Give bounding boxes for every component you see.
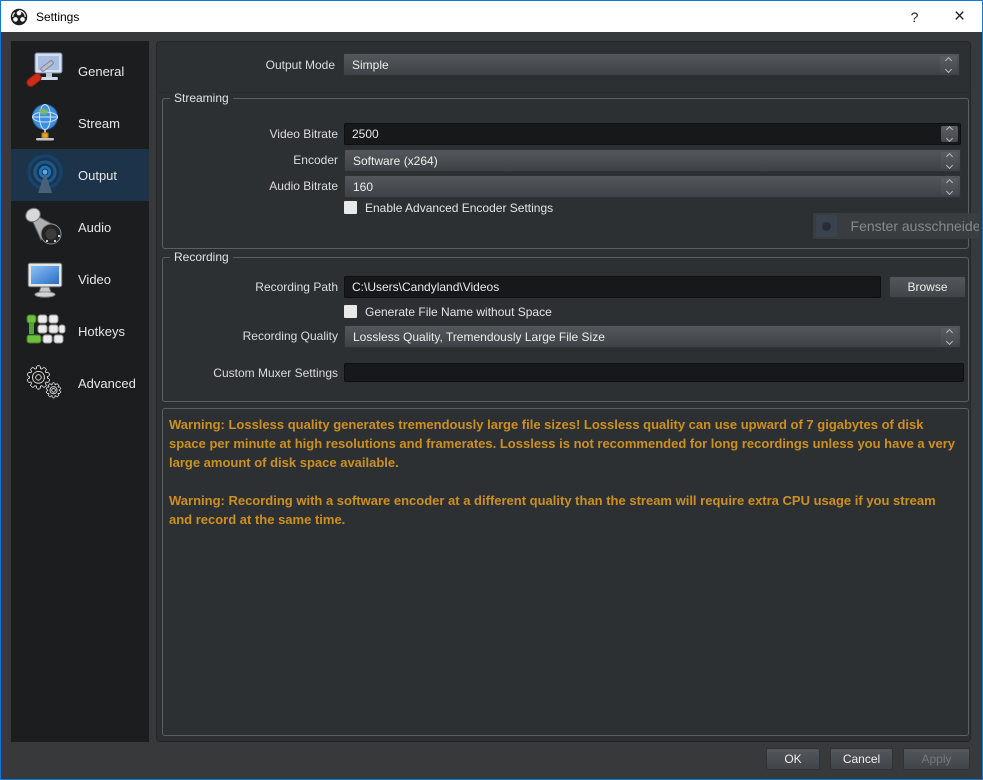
recording-path-label: Recording Path <box>255 280 338 294</box>
advanced-encoder-checkbox-label: Enable Advanced Encoder Settings <box>365 201 554 215</box>
settings-sidebar: General Stream Output Audio Video Hotkey… <box>11 41 149 742</box>
no-space-checkbox-label: Generate File Name without Space <box>365 305 552 319</box>
sidebar-item-label: Audio <box>78 219 112 235</box>
custom-muxer-label: Custom Muxer Settings <box>213 366 338 380</box>
sidebar-item-label: Output <box>78 167 118 183</box>
encoder-warning-text: Warning: Recording with a software encod… <box>169 493 936 527</box>
audio-bitrate-value: 160 <box>353 179 374 194</box>
output-icon <box>23 152 67 198</box>
encoder-value: Software (x264) <box>353 153 438 168</box>
settings-window: Settings ? × General Stream Output Audio… <box>0 0 983 780</box>
section-divider <box>158 92 969 93</box>
video-icon <box>23 256 67 302</box>
sidebar-item-general[interactable]: General <box>11 45 149 97</box>
sidebar-item-label: General <box>78 63 125 79</box>
hotkeys-icon <box>23 308 67 354</box>
advanced-icon: ⚙ ⚙ <box>25 362 63 402</box>
recording-quality-label: Recording Quality <box>242 329 338 343</box>
output-mode-value: Simple <box>352 57 389 72</box>
apply-button[interactable]: Apply <box>903 748 970 770</box>
obs-logo-icon <box>10 8 28 25</box>
sidebar-item-label: Video <box>78 271 112 287</box>
sidebar-item-video[interactable]: Video <box>11 253 149 305</box>
audio-icon <box>23 204 67 250</box>
combo-spinner-icon[interactable] <box>941 328 958 345</box>
snip-overlay-button[interactable]: Fenster ausschneiden <box>813 213 979 239</box>
audio-bitrate-select[interactable]: 160 <box>344 175 961 198</box>
ok-button[interactable]: OK <box>766 748 820 770</box>
sidebar-item-label: Advanced <box>78 375 136 391</box>
warnings-groupbox: Warning: Lossless quality generates trem… <box>162 408 969 736</box>
sidebar-item-hotkeys[interactable]: Hotkeys <box>11 305 149 357</box>
combo-spinner-icon[interactable] <box>941 152 958 169</box>
stream-icon <box>23 100 67 146</box>
recording-quality-select[interactable]: Lossless Quality, Tremendously Large Fil… <box>344 325 961 348</box>
video-bitrate-input[interactable]: 2500 <box>344 123 961 145</box>
sidebar-item-label: Hotkeys <box>78 323 125 339</box>
custom-muxer-input[interactable] <box>344 363 964 382</box>
close-button[interactable]: × <box>937 1 982 32</box>
help-button[interactable]: ? <box>892 1 937 32</box>
combo-spinner-icon[interactable] <box>940 56 957 73</box>
sidebar-item-output[interactable]: Output <box>11 149 149 201</box>
window-title: Settings <box>36 9 80 24</box>
sidebar-item-stream[interactable]: Stream <box>11 97 149 149</box>
video-bitrate-label: Video Bitrate <box>269 127 339 141</box>
combo-spinner-icon[interactable] <box>941 178 958 195</box>
no-space-checkbox[interactable] <box>344 305 357 318</box>
output-mode-select[interactable]: Simple <box>343 53 960 76</box>
snip-overlay-label: Fenster ausschneiden <box>850 218 979 234</box>
sidebar-item-advanced[interactable]: ⚙ ⚙ Advanced <box>11 357 149 409</box>
recording-path-value: C:\Users\Candyland\Videos <box>352 280 500 294</box>
output-settings-panel: Output Mode Simple Streaming Video Bitra… <box>156 41 971 742</box>
encoder-select[interactable]: Software (x264) <box>344 149 961 172</box>
cancel-button[interactable]: Cancel <box>830 748 893 770</box>
recording-quality-value: Lossless Quality, Tremendously Large Fil… <box>353 329 605 344</box>
title-bar: Settings ? × <box>1 1 982 32</box>
video-bitrate-value: 2500 <box>352 127 379 141</box>
encoder-label: Encoder <box>293 153 338 167</box>
lossless-warning-text: Warning: Lossless quality generates trem… <box>169 417 956 470</box>
general-icon <box>23 48 67 94</box>
snip-window-icon <box>816 215 837 237</box>
dialog-button-row: OK Cancel Apply <box>1 748 982 770</box>
recording-path-input[interactable]: C:\Users\Candyland\Videos <box>344 276 881 298</box>
streaming-group-title: Streaming <box>170 91 233 105</box>
spinner-icon[interactable] <box>941 125 958 143</box>
sidebar-item-label: Stream <box>78 115 120 131</box>
sidebar-item-audio[interactable]: Audio <box>11 201 149 253</box>
audio-bitrate-label: Audio Bitrate <box>269 179 338 193</box>
output-mode-label: Output Mode <box>265 58 335 72</box>
advanced-encoder-checkbox[interactable] <box>344 201 357 214</box>
recording-group-title: Recording <box>170 250 233 264</box>
browse-button[interactable]: Browse <box>889 276 966 298</box>
recording-groupbox: Recording Recording Path C:\Users\Candyl… <box>162 250 969 402</box>
